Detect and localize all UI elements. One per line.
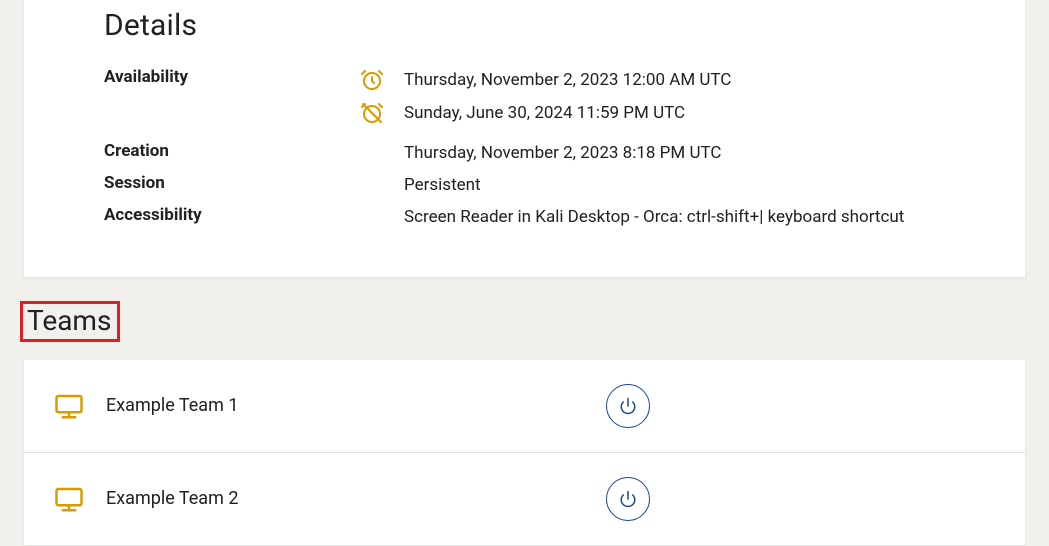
alarm-off-icon xyxy=(360,100,404,125)
session-label: Session xyxy=(104,173,360,193)
power-icon xyxy=(619,397,637,415)
availability-start-value: Thursday, November 2, 2023 12:00 AM UTC xyxy=(404,68,1025,92)
details-title: Details xyxy=(104,8,1025,43)
teams-header-highlight: Teams xyxy=(20,301,120,342)
availability-label: Availability xyxy=(104,67,360,87)
creation-value: Thursday, November 2, 2023 8:18 PM UTC xyxy=(404,141,1025,165)
teams-title: Teams xyxy=(27,304,111,337)
alarm-on-icon xyxy=(360,67,404,92)
team-row[interactable]: Example Team 1 xyxy=(24,360,1025,453)
accessibility-label: Accessibility xyxy=(104,205,360,225)
detail-row-accessibility: Accessibility Screen Reader in Kali Desk… xyxy=(104,205,1025,229)
availability-end-line: Sunday, June 30, 2024 11:59 PM UTC xyxy=(360,100,1025,125)
session-value: Persistent xyxy=(404,173,1025,197)
team-row[interactable]: Example Team 2 xyxy=(24,453,1025,545)
creation-label: Creation xyxy=(104,141,360,161)
team-name: Example Team 1 xyxy=(106,395,606,416)
detail-row-creation: Creation Thursday, November 2, 2023 8:18… xyxy=(104,141,1025,165)
teams-card: Example Team 1 Example Team 2 xyxy=(24,360,1025,545)
power-button[interactable] xyxy=(606,477,650,521)
monitor-icon xyxy=(54,484,106,514)
monitor-icon xyxy=(54,391,106,421)
availability-start-line: Thursday, November 2, 2023 12:00 AM UTC xyxy=(360,67,1025,92)
detail-row-availability: Availability Thursday, November 2, 2023 … xyxy=(104,67,1025,133)
detail-row-session: Session Persistent xyxy=(104,173,1025,197)
power-icon xyxy=(619,490,637,508)
team-name: Example Team 2 xyxy=(106,488,606,509)
accessibility-value: Screen Reader in Kali Desktop - Orca: ct… xyxy=(404,205,1025,229)
power-button[interactable] xyxy=(606,384,650,428)
details-card: Details Availability Thursday, November … xyxy=(24,0,1025,277)
availability-end-value: Sunday, June 30, 2024 11:59 PM UTC xyxy=(404,101,1025,125)
